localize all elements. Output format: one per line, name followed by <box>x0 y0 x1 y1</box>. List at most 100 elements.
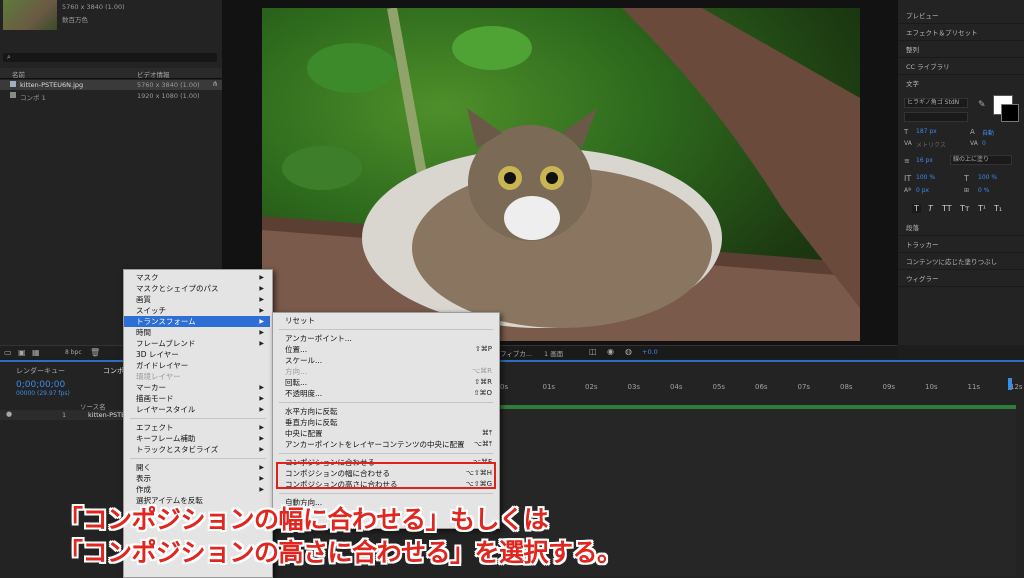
panel-preview[interactable]: プレビュー <box>898 8 1024 24</box>
channel-icon[interactable]: ◍ <box>625 347 632 356</box>
tsume-value[interactable]: 0 % <box>978 187 989 194</box>
baseline-value[interactable]: 0 px <box>916 187 929 194</box>
folder-icon[interactable]: ▭ <box>4 348 12 357</box>
project-item-kitten[interactable]: kitten-PSTEU6N.jpg 5760 x 3840 (1.00) ⋔ <box>0 80 222 90</box>
menu-item-label: トランスフォーム <box>136 317 196 326</box>
submenu-item[interactable]: 回転... ⇧⌘R <box>273 377 497 388</box>
submenu-arrow-icon: ▶ <box>259 296 264 303</box>
shortcut-label: ⌘⤒ <box>481 429 492 437</box>
subscript-button[interactable]: T₁ <box>994 204 1002 213</box>
submenu-item[interactable]: 水平方向に反転 <box>273 406 497 417</box>
menu-item[interactable]: 画質 ▶ <box>124 294 270 305</box>
menu-item[interactable]: 描画モード ▶ <box>124 393 270 404</box>
submenu-item[interactable]: 中央に配置 ⌘⤒ <box>273 428 497 439</box>
submenu-item-label: 回転... <box>285 378 308 387</box>
submenu-item[interactable]: アンカーポイントをレイヤーコンテンツの中央に配置 ⌥⌘⤒ <box>273 439 497 450</box>
composition-icon <box>10 92 16 98</box>
tracking-icon-2: VA <box>970 140 978 147</box>
submenu-item-label: スケール... <box>285 356 323 365</box>
menu-item[interactable]: スイッチ ▶ <box>124 305 270 316</box>
menu-item[interactable]: ガイドレイヤー <box>124 360 270 371</box>
menu-item[interactable]: マスク ▶ <box>124 272 270 283</box>
panel-wiggler[interactable]: ウィグラー <box>898 271 1024 287</box>
new-folder-icon[interactable]: ▣ <box>18 348 26 357</box>
menu-item[interactable]: エフェクト ▶ <box>124 422 270 433</box>
menu-item[interactable]: レイヤースタイル ▶ <box>124 404 270 415</box>
exposure-value[interactable]: +0.0 <box>642 348 658 356</box>
menu-item[interactable]: 3D レイヤー <box>124 349 270 360</box>
transform-submenu: リセット アンカーポイント... 位置... ⇧⌘P スケール... 方向... ⌥⌘R 回転… <box>272 312 500 529</box>
menu-item[interactable]: トランスフォーム ▶ <box>124 316 270 327</box>
leading-value[interactable]: 自動 <box>982 128 994 137</box>
trash-icon[interactable]: 🗑 <box>90 348 100 357</box>
layer-name[interactable]: kitten-PSTE <box>88 411 125 419</box>
view-layout-dropdown[interactable]: 1 画面 <box>544 348 563 358</box>
menu-item-label: 時間 <box>136 328 151 337</box>
small-caps-button[interactable]: Tт <box>960 204 970 213</box>
submenu-item[interactable]: スケール... <box>273 355 497 366</box>
faux-italic-button[interactable]: T <box>928 204 933 213</box>
eyedropper-icon[interactable]: ✎ <box>978 100 986 110</box>
faux-bold-button[interactable]: T <box>912 204 921 213</box>
superscript-button[interactable]: T¹ <box>978 204 986 213</box>
resolution-dropdown[interactable]: フィブカ... <box>500 348 532 358</box>
all-caps-button[interactable]: TT <box>942 204 952 213</box>
vertical-scale-value[interactable]: 100 % <box>916 174 935 181</box>
submenu-item[interactable]: 不透明度... ⇧⌘O <box>273 388 497 399</box>
menu-item[interactable]: マーカー ▶ <box>124 382 270 393</box>
menu-item[interactable]: マスクとシェイプのパス ▶ <box>124 283 270 294</box>
col-video-info[interactable]: ビデオ情報 <box>137 69 170 79</box>
submenu-item[interactable]: リセット <box>273 315 497 326</box>
panel-effects-presets[interactable]: エフェクト＆プリセット <box>898 25 1024 41</box>
panel-align[interactable]: 整列 <box>898 42 1024 58</box>
kerning-value[interactable]: メトリクス <box>916 140 946 149</box>
submenu-item-label: 方向... <box>285 367 308 376</box>
panel-tracker[interactable]: トラッカー <box>898 237 1024 253</box>
menu-item[interactable]: トラックとスタビライズ ▶ <box>124 444 270 455</box>
panel-cc-libraries[interactable]: CC ライブラリ <box>898 59 1024 75</box>
visibility-icon[interactable]: ● <box>6 410 12 418</box>
tracking-value[interactable]: 0 <box>982 140 986 147</box>
snapshot-icon[interactable]: ◫ <box>589 347 597 356</box>
stroke-width-value[interactable]: 16 px <box>916 157 933 164</box>
horizontal-scale-value[interactable]: 100 % <box>978 174 997 181</box>
menu-item[interactable]: 表示 ▶ <box>124 473 270 484</box>
work-area-end-handle[interactable] <box>1008 378 1012 390</box>
menu-item[interactable]: 開く ▶ <box>124 462 270 473</box>
menu-item[interactable]: 時間 ▶ <box>124 327 270 338</box>
font-size-value[interactable]: 187 px <box>916 128 937 135</box>
current-timecode[interactable]: 0;00;00;00 <box>16 380 65 390</box>
stroke-color-swatch[interactable] <box>1001 104 1019 122</box>
panel-paragraph[interactable]: 段落 <box>898 220 1024 236</box>
time-ruler[interactable]: 0s 01s 02s 03s 04s 05s 06s 07s 08s 09s 10s 11s 12s <box>500 381 1023 395</box>
thumb-info-size: 5760 x 3840 (1.00) <box>62 3 125 11</box>
submenu-item-label: リセット <box>285 316 315 325</box>
project-item-comp[interactable]: コンポ 1 1920 x 1080 (1.00) <box>0 91 222 102</box>
kitten-photo[interactable] <box>262 8 860 341</box>
menu-item[interactable]: キーフレーム補助 ▶ <box>124 433 270 444</box>
horizontal-scale-icon: T <box>964 174 969 183</box>
project-search-input[interactable]: ⌕ <box>3 53 217 62</box>
tab-comp[interactable]: コンポ <box>103 366 124 376</box>
menu-separator <box>279 402 493 403</box>
font-style-select[interactable] <box>904 112 968 122</box>
submenu-item[interactable]: 位置... ⇧⌘P <box>273 344 497 355</box>
stroke-mode-select[interactable]: 線の上に塗り <box>950 155 1012 165</box>
col-name[interactable]: 名前 <box>12 69 25 79</box>
caption-line-1: 「コンポジションの幅に合わせる」もしくは <box>58 505 549 534</box>
font-family-select[interactable]: ヒラギノ角ゴ StdN <box>904 98 968 108</box>
menu-item-label: キーフレーム補助 <box>136 434 196 443</box>
vertical-scale-icon: IT <box>904 174 912 183</box>
submenu-item[interactable]: アンカーポイント... <box>273 333 497 344</box>
submenu-item[interactable]: 垂直方向に反転 <box>273 417 497 428</box>
submenu-arrow-icon: ▶ <box>259 384 264 391</box>
camera-icon[interactable]: ◉ <box>607 347 614 356</box>
new-comp-icon[interactable]: ▦ <box>32 348 40 357</box>
bpc-label[interactable]: 8 bpc <box>65 349 82 356</box>
baseline-icon: Aª <box>904 187 911 194</box>
tab-render-queue[interactable]: レンダーキュー <box>16 366 65 376</box>
menu-item[interactable]: 作成 ▶ <box>124 484 270 495</box>
panel-content-aware-fill[interactable]: コンテンツに応じた塗りつぶし <box>898 254 1024 270</box>
menu-item[interactable]: フレームブレンド ▶ <box>124 338 270 349</box>
panel-character[interactable]: 文字 <box>898 76 1024 92</box>
